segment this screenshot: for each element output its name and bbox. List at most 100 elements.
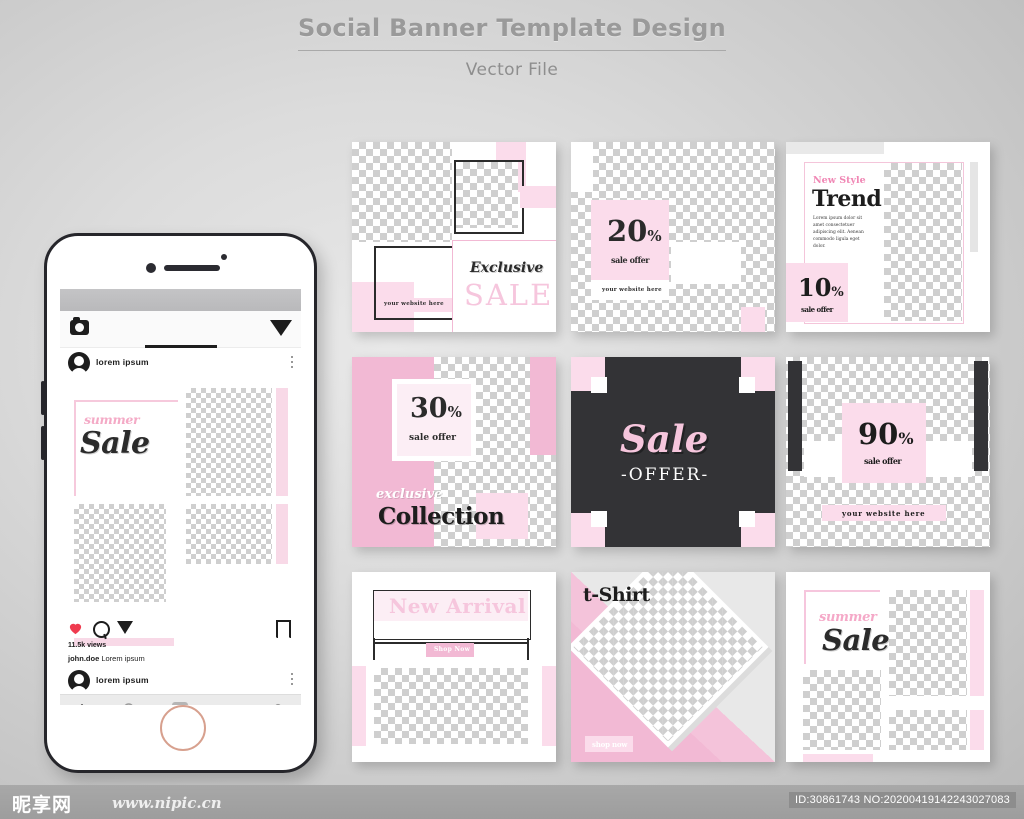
- post-photo-placeholder-1: [186, 388, 272, 496]
- more-dots-icon[interactable]: [291, 356, 293, 358]
- percent-symbol: %: [831, 285, 844, 300]
- post-pink-bar-right: [276, 388, 288, 496]
- caption-username[interactable]: john.doe: [68, 654, 99, 663]
- dark-bar-right: [974, 361, 988, 471]
- heart-icon[interactable]: [222, 702, 238, 705]
- pink-block: [520, 186, 556, 208]
- post-caption: john.doe Lorem ipsum: [68, 654, 145, 663]
- eyebrow-label: New Style: [813, 175, 866, 186]
- reels-icon[interactable]: [172, 702, 188, 705]
- avatar[interactable]: [68, 352, 90, 377]
- percent-value: 90%: [858, 417, 914, 451]
- card-t-shirt[interactable]: t-Shirt shop now: [571, 572, 775, 762]
- shop-now-label: Shop Now: [434, 646, 471, 653]
- search-icon[interactable]: [122, 702, 138, 705]
- card-title: t-Shirt: [583, 584, 650, 606]
- caption-text: Lorem ipsum: [101, 654, 145, 663]
- percent-symbol: %: [447, 403, 462, 421]
- card-30-collection[interactable]: 30% sale offer exclusive Collection: [352, 357, 556, 547]
- card-new-style-trend[interactable]: New Style Trend Lorem ipsum dolor sit am…: [786, 142, 990, 332]
- card-exclusive-sale[interactable]: your website here Exclusive SALE: [352, 142, 556, 332]
- post-sale-label: Sale: [80, 426, 150, 461]
- home-icon[interactable]: [74, 702, 90, 705]
- dark-bar-left: [788, 361, 802, 471]
- pink-bar: [530, 357, 556, 453]
- post-username[interactable]: lorem ipsum: [96, 675, 149, 685]
- site-logo: 昵享网: [12, 794, 73, 816]
- photo-placeholder: [889, 590, 967, 696]
- card-title: New Arrival: [389, 594, 527, 618]
- page-header: Social Banner Template Design Vector Fil…: [0, 14, 1024, 80]
- card-body-text: Lorem ipsum dolor sit amet consectetuer …: [813, 216, 864, 249]
- post-meta: 11.5k views john.doe Lorem ipsum: [60, 642, 301, 668]
- post-frame-top: [74, 400, 178, 402]
- percent-symbol: %: [647, 227, 662, 245]
- app-top-bar: [60, 311, 301, 348]
- post-username[interactable]: lorem ipsum: [96, 357, 149, 367]
- more-dots-icon[interactable]: [291, 673, 293, 675]
- eyebrow-label: exclusive: [376, 487, 443, 502]
- phone-camera-icon: [146, 263, 156, 273]
- website-label: your website here: [384, 301, 444, 307]
- card-20-percent[interactable]: 20% sale offer your website here: [571, 142, 775, 332]
- dark-frame: [454, 160, 524, 234]
- card-summer-sale[interactable]: summer Sale: [786, 572, 990, 762]
- sale-label: Sale: [822, 623, 890, 657]
- bookmark-icon[interactable]: [276, 620, 291, 645]
- post-summer-label: summer: [84, 412, 140, 427]
- post-image: summer Sale: [60, 378, 301, 608]
- phone-volume-down-button[interactable]: [41, 426, 45, 460]
- profile-icon[interactable]: [270, 702, 286, 705]
- website-label: your website here: [602, 287, 662, 293]
- percent-symbol: %: [898, 429, 914, 448]
- pink-strip-bottom: [803, 754, 873, 762]
- pink-bar-right-2: [970, 710, 984, 750]
- post-header: lorem ipsum: [60, 348, 301, 378]
- phone-home-button[interactable]: [159, 705, 206, 751]
- post-photo-placeholder-2: [74, 504, 166, 602]
- card-sale-offer-dark[interactable]: Sale -OFFER-: [571, 357, 775, 547]
- views-count: 11.5k views: [68, 642, 107, 649]
- sale-title: Sale: [620, 417, 709, 461]
- poster-canvas: Social Banner Template Design Vector Fil…: [0, 0, 1024, 819]
- phone-speaker: [164, 265, 220, 271]
- status-bar: [60, 289, 301, 311]
- phone-mockup: lorem ipsum summer Sale 11.5k views john…: [41, 233, 317, 773]
- heart-icon[interactable]: [68, 621, 83, 636]
- pink-line-top: [804, 590, 880, 592]
- phone-screen: lorem ipsum summer Sale 11.5k views john…: [60, 289, 301, 705]
- exclusive-label: Exclusive: [470, 260, 544, 276]
- photo-placeholder: [352, 142, 452, 242]
- post-frame-left: [74, 400, 76, 496]
- camera-icon[interactable]: [70, 317, 89, 335]
- header-divider: [298, 50, 726, 51]
- pink-block: [741, 307, 765, 332]
- post-photo-placeholder-3: [186, 504, 272, 564]
- photo-placeholder: [803, 670, 881, 750]
- photo-placeholder: [530, 455, 556, 547]
- avatar[interactable]: [68, 670, 90, 695]
- sale-offer-label: sale offer: [611, 255, 650, 265]
- phone-sensor-icon: [221, 254, 227, 260]
- send-icon[interactable]: [270, 320, 292, 336]
- card-90-percent[interactable]: 90% sale offer your website here: [786, 357, 990, 547]
- percent-value: 30%: [410, 393, 462, 424]
- sale-offer-label: sale offer: [409, 433, 457, 443]
- offer-subtitle: -OFFER-: [621, 465, 710, 485]
- post-pink-bar-right-2: [276, 504, 288, 564]
- shop-now-label: shop now: [592, 740, 628, 749]
- post-actions: [60, 616, 301, 645]
- white-block: [671, 242, 741, 284]
- sale-label: SALE: [464, 278, 554, 312]
- percent-value: 20%: [607, 214, 662, 248]
- card-title: Collection: [378, 503, 505, 530]
- phone-volume-up-button[interactable]: [41, 381, 45, 415]
- pink-bar-left: [352, 666, 366, 746]
- share-icon[interactable]: [117, 621, 133, 634]
- comment-icon[interactable]: [93, 621, 110, 638]
- photo-placeholder: [889, 710, 967, 750]
- watermark-bar: 昵享网 www.nipic.cn ID:30861743 NO:20200419…: [0, 785, 1024, 819]
- card-new-arrival[interactable]: New Arrival Shop Now: [352, 572, 556, 762]
- page-subtitle: Vector File: [465, 60, 559, 80]
- sale-offer-label: sale offer: [864, 456, 902, 466]
